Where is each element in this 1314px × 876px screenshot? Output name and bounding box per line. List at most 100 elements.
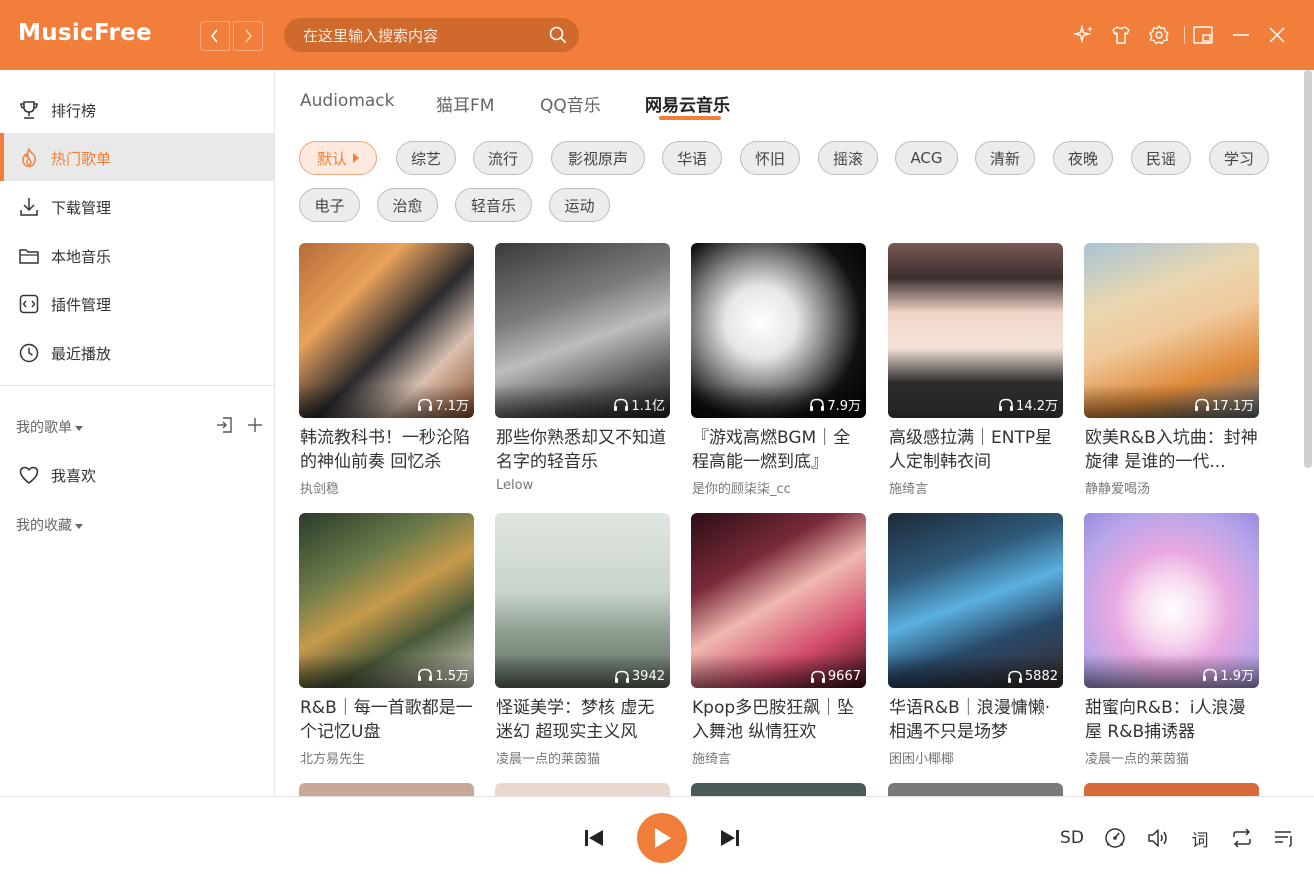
- volume-button[interactable]: [1146, 826, 1170, 850]
- minimize-icon[interactable]: [1230, 24, 1252, 46]
- tag-nostalgia[interactable]: 怀旧: [740, 141, 800, 175]
- tag-mandarin[interactable]: 华语: [662, 141, 722, 175]
- playlist-cover[interactable]: 17.1万: [1084, 243, 1259, 418]
- playlist-title[interactable]: 高级感拉满｜ENTP星人定制韩衣间: [889, 426, 1063, 474]
- headphones-icon: [999, 398, 1014, 411]
- tag-label: 摇滚: [832, 149, 863, 168]
- my-collections-toggle[interactable]: 我的收藏: [16, 515, 83, 535]
- title-bar: MusicFree 在这里输入搜索内容: [0, 0, 1314, 70]
- play-count-value: 7.1万: [435, 399, 469, 414]
- search-input[interactable]: 在这里输入搜索内容: [284, 18, 579, 52]
- playlist-author: 凌晨一点的莱茵猫: [1085, 752, 1190, 767]
- tag-rock[interactable]: 摇滚: [818, 141, 878, 175]
- playlist-title[interactable]: 怪诞美学：梦核 虚无迷幻 超现实主义风: [496, 696, 670, 744]
- playlist-cover[interactable]: [1084, 783, 1259, 796]
- search-icon[interactable]: [549, 26, 567, 44]
- tab-maoer-fm[interactable]: 猫耳FM: [436, 91, 494, 116]
- sound-effect-icon: [1105, 828, 1125, 848]
- playlist-title[interactable]: 『游戏高燃BGM｜全程高能一燃到底』: [692, 426, 866, 474]
- lyrics-button[interactable]: 词: [1188, 826, 1212, 851]
- play-button[interactable]: [637, 813, 687, 863]
- tag-pop[interactable]: 流行: [473, 141, 533, 175]
- playlist-cover[interactable]: 7.9万: [691, 243, 866, 418]
- tab-netease-music[interactable]: 网易云音乐: [645, 91, 730, 116]
- tag-folk[interactable]: 民谣: [1131, 141, 1191, 175]
- play-count-value: 5882: [1024, 669, 1058, 684]
- tshirt-icon[interactable]: [1110, 24, 1132, 46]
- tag-default[interactable]: 默认: [299, 141, 377, 175]
- playlist-author: 困困小椰椰: [889, 752, 955, 767]
- tag-label: 影视原声: [567, 149, 628, 168]
- tag-label: 怀旧: [754, 149, 785, 168]
- tab-audiomack[interactable]: Audiomack: [300, 91, 395, 111]
- playlist-cover[interactable]: [495, 783, 670, 796]
- play-count: 7.1万: [417, 395, 469, 414]
- play-count-value: 14.2万: [1016, 399, 1058, 414]
- playlist-title[interactable]: 华语R&B｜浪漫慵懒·相遇不只是场梦: [889, 696, 1063, 744]
- playlist-cover[interactable]: [691, 783, 866, 796]
- sparkle-icon[interactable]: [1073, 24, 1095, 46]
- playlist-title[interactable]: 韩流教科书！一秒沦陷的神仙前奏 回忆杀: [300, 426, 474, 474]
- next-button[interactable]: [718, 826, 742, 850]
- sidebar-item-recent[interactable]: 最近播放: [0, 328, 274, 376]
- tag-acg[interactable]: ACG: [895, 141, 958, 175]
- tag-electronic[interactable]: 电子: [299, 188, 360, 222]
- close-icon[interactable]: [1266, 24, 1288, 46]
- minimize-to-mini-icon[interactable]: [1192, 24, 1214, 46]
- playlist-cover[interactable]: 1.1亿: [495, 243, 670, 418]
- headphones-icon: [810, 670, 825, 683]
- scrollbar[interactable]: [1304, 70, 1312, 468]
- app-logo: MusicFree: [18, 20, 152, 46]
- playlist-queue-button[interactable]: [1272, 826, 1296, 850]
- sidebar-item-favorites[interactable]: 我喜欢: [0, 450, 274, 498]
- sound-effect-button[interactable]: [1103, 826, 1127, 850]
- tab-qq-music[interactable]: QQ音乐: [540, 91, 601, 116]
- play-count: 14.2万: [998, 395, 1058, 414]
- gear-icon[interactable]: [1148, 24, 1170, 46]
- tag-healing[interactable]: 治愈: [377, 188, 438, 222]
- sidebar-item-local-music[interactable]: 本地音乐: [0, 231, 274, 279]
- playlist-title[interactable]: 欧美R&B入坑曲：封神旋律 是谁的一代...: [1085, 426, 1259, 474]
- active-tab-indicator: [659, 116, 721, 120]
- playlist-title[interactable]: 那些你熟悉却又不知道名字的轻音乐: [496, 426, 670, 474]
- tag-night[interactable]: 夜晚: [1053, 141, 1113, 175]
- playlist-title[interactable]: 甜蜜向R&B：i人浪漫屋 R&B捕诱器: [1085, 696, 1259, 744]
- my-playlists-toggle[interactable]: 我的歌单: [16, 417, 83, 437]
- trophy-icon: [20, 101, 38, 119]
- quality-button[interactable]: SD: [1060, 826, 1084, 850]
- playlist-cover[interactable]: 14.2万: [888, 243, 1063, 418]
- playlist-cover[interactable]: [888, 783, 1063, 796]
- prev-button[interactable]: [582, 826, 606, 850]
- sidebar-item-downloads[interactable]: 下载管理: [0, 182, 274, 230]
- back-button[interactable]: [200, 21, 230, 51]
- playlist-title[interactable]: R&B｜每一首歌都是一个记忆U盘: [300, 696, 474, 744]
- tag-label: 运动: [564, 196, 595, 215]
- playlist-cover[interactable]: 7.1万: [299, 243, 474, 418]
- playlist-title[interactable]: Kpop多巴胺狂飙｜坠入舞池 纵情狂欢: [692, 696, 866, 744]
- playlist-cover[interactable]: 1.5万: [299, 513, 474, 688]
- add-playlist-icon[interactable]: [245, 415, 265, 435]
- sidebar: 排行榜 热门歌单 下载管理 本地音乐 插件管理 最近播放 我的歌单 我喜欢 我的…: [0, 70, 275, 796]
- download-icon: [20, 198, 38, 216]
- repeat-button[interactable]: [1230, 826, 1254, 850]
- tag-soundtrack[interactable]: 影视原声: [551, 141, 645, 175]
- tag-sports[interactable]: 运动: [549, 188, 610, 222]
- headphones-icon: [1007, 670, 1022, 683]
- tag-light-music[interactable]: 轻音乐: [455, 188, 532, 222]
- sidebar-item-charts[interactable]: 排行榜: [0, 85, 274, 133]
- forward-button[interactable]: [233, 21, 263, 51]
- sidebar-item-plugins[interactable]: 插件管理: [0, 279, 274, 327]
- tag-variety[interactable]: 综艺: [396, 141, 456, 175]
- sidebar-item-hot-playlists[interactable]: 热门歌单: [0, 133, 274, 181]
- playlist-cover[interactable]: 5882: [888, 513, 1063, 688]
- tag-study[interactable]: 学习: [1209, 141, 1269, 175]
- playlist-cover[interactable]: 1.9万: [1084, 513, 1259, 688]
- playlist-author: 执剑稳: [300, 482, 340, 497]
- sidebar-item-label: 排行榜: [51, 102, 97, 120]
- import-playlist-icon[interactable]: [215, 415, 235, 435]
- playlist-cover[interactable]: 9667: [691, 513, 866, 688]
- playlist-cover[interactable]: [299, 783, 474, 796]
- tag-fresh[interactable]: 清新: [975, 141, 1035, 175]
- playlist-author: 施绮言: [692, 752, 732, 767]
- playlist-cover[interactable]: 3942: [495, 513, 670, 688]
